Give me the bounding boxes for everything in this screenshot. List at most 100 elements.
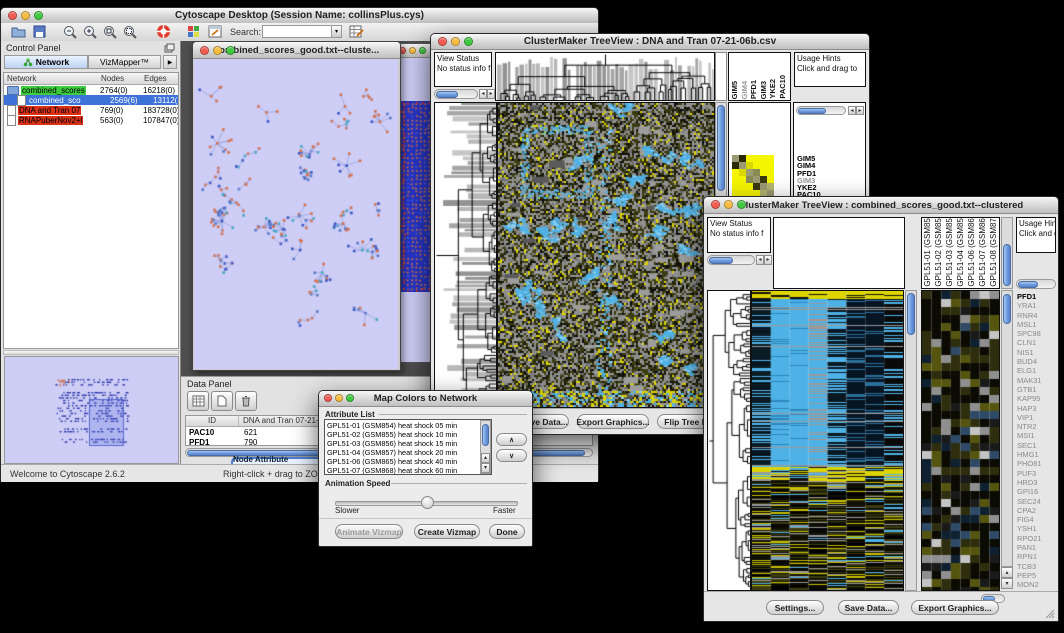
scroll-right-button[interactable]: ▸ — [764, 255, 772, 265]
gene-label[interactable]: FIG4 — [1017, 515, 1056, 524]
column-label[interactable]: GPL51-01 (GSM854) — [924, 217, 932, 287]
scroll-down-button[interactable]: ▾ — [1001, 578, 1013, 589]
attribute-list-item[interactable]: GPL51-03 (GSM856) heat shock 15 min — [327, 439, 478, 448]
gene-label[interactable]: PEP5 — [1017, 571, 1056, 580]
id-column-header[interactable]: ID — [186, 416, 239, 426]
dialog-titlebar[interactable]: Map Colors to Network — [319, 391, 532, 407]
new-attribute-button[interactable] — [211, 391, 233, 411]
export-graphics-button[interactable]: Export Graphics... — [911, 600, 999, 615]
float-panel-icon[interactable] — [164, 43, 175, 53]
attribute-listbox[interactable]: GPL51-01 (GSM854) heat shock 05 minGPL51… — [324, 419, 492, 475]
scroll-down-button[interactable]: ▾ — [481, 463, 490, 473]
minimize-button[interactable] — [335, 394, 343, 402]
gene-name-list[interactable]: PFD1YRA1RNR4MSL1SPC98CLN1NIS1BUD4ELG1MAK… — [1017, 292, 1056, 589]
attribute-list-item[interactable]: GPL51-07 (GSM868) heat shock 60 min — [327, 466, 478, 475]
scroll-left-button[interactable]: ◂ — [479, 89, 487, 99]
column-label[interactable]: GIM4 — [741, 81, 749, 99]
close-button[interactable] — [711, 200, 720, 209]
zoom-in-icon[interactable] — [83, 25, 97, 39]
attribute-list-item[interactable]: GPL51-06 (GSM865) heat shock 40 min — [327, 457, 478, 466]
treeview2-titlebar[interactable]: ClusterMaker TreeView : combined_scores_… — [704, 197, 1058, 214]
row-dendrogram[interactable] — [434, 102, 497, 408]
animate-vizmap-button[interactable]: Animate Vizmap — [335, 524, 403, 539]
attribute-list-item[interactable]: GPL51-04 (GSM857) heat shock 20 min — [327, 448, 478, 457]
edit-window-icon[interactable] — [208, 25, 222, 38]
gene-label[interactable]: HAP3 — [1017, 404, 1056, 413]
zoom-button[interactable] — [226, 46, 235, 55]
list-vscrollbar[interactable]: ▴ ▾ — [480, 420, 491, 474]
view-status-hscrollbar[interactable] — [707, 255, 755, 265]
scroll-up-button[interactable]: ▴ — [481, 453, 490, 463]
row-label[interactable]: GIM4 — [797, 162, 821, 169]
minimize-button[interactable] — [213, 46, 222, 55]
gene-label[interactable]: TCB3 — [1017, 562, 1056, 571]
usage-hscrollbar[interactable] — [1016, 279, 1056, 289]
gene-label[interactable]: SEC1 — [1017, 441, 1056, 450]
gene-label[interactable]: CPA2 — [1017, 506, 1056, 515]
gene-label[interactable]: SEC24 — [1017, 497, 1056, 506]
save-icon[interactable] — [33, 25, 46, 38]
network-graph-canvas[interactable] — [194, 59, 398, 369]
gene-label[interactable]: ELG1 — [1017, 366, 1056, 375]
column-label[interactable]: GPL51-03 (GSM856) — [946, 217, 954, 287]
network-table-row[interactable]: combined_scores2764(0)16218(0) — [4, 85, 178, 95]
column-dendrogram[interactable] — [495, 52, 715, 101]
gene-label[interactable]: BUD4 — [1017, 357, 1056, 366]
zoom-button[interactable] — [34, 11, 43, 20]
close-button[interactable] — [200, 46, 209, 55]
correlation-matrix[interactable] — [732, 155, 774, 197]
gene-label[interactable]: VIP1 — [1017, 413, 1056, 422]
gene-label[interactable]: YRA1 — [1017, 301, 1056, 310]
scroll-right-button[interactable]: ▸ — [856, 106, 864, 115]
scroll-right-button[interactable]: ▸ — [487, 89, 495, 99]
gene-label[interactable]: PHO81 — [1017, 459, 1056, 468]
column-label[interactable]: PAC10 — [779, 75, 787, 99]
column-label[interactable]: GPL51-06 (GSM865) — [968, 217, 976, 287]
column-label[interactable]: PFD1 — [750, 80, 758, 99]
gene-label[interactable]: MAK31 — [1017, 376, 1056, 385]
column-label[interactable]: GPL51-08 (GSM872) — [990, 217, 998, 287]
gene-label[interactable]: CLN1 — [1017, 338, 1056, 347]
gene-label[interactable]: RPO21 — [1017, 534, 1056, 543]
gene-label[interactable]: PAN1 — [1017, 543, 1056, 552]
export-graphics-button[interactable]: Export Graphics... — [577, 414, 649, 429]
treeview1-titlebar[interactable]: ClusterMaker TreeView : DNA and Tran 07-… — [431, 34, 869, 50]
animation-speed-slider[interactable] — [335, 496, 516, 510]
open-file-icon[interactable] — [11, 25, 26, 38]
tab-vizmapper[interactable]: VizMapper™ — [88, 55, 161, 69]
move-up-button[interactable]: ∧ — [496, 433, 527, 446]
birdseye-overview[interactable] — [4, 356, 179, 464]
tab-network[interactable]: Network — [4, 55, 88, 69]
main-titlebar[interactable]: Cytoscape Desktop (Session Name: collins… — [1, 8, 598, 24]
attribute-browser-icon[interactable] — [349, 25, 364, 38]
column-label[interactable]: GIM3 — [760, 81, 768, 99]
column-label[interactable]: GPL51-04 (GSM857) — [957, 217, 965, 287]
gene-label[interactable]: NIS1 — [1017, 348, 1056, 357]
node-attribute-browser-tab[interactable]: Node Attribute Brows... — [231, 457, 323, 464]
tab-overflow-button[interactable]: ▶ — [163, 55, 177, 69]
minimize-button[interactable] — [21, 11, 30, 20]
gene-label[interactable]: SPC98 — [1017, 329, 1056, 338]
vizmapper-palette-icon[interactable] — [187, 25, 200, 38]
zoom-fit-icon[interactable] — [123, 25, 137, 39]
genelist-vscrollbar[interactable] — [1001, 290, 1013, 567]
gene-label[interactable]: PUF3 — [1017, 469, 1056, 478]
select-attributes-button[interactable] — [187, 391, 209, 411]
gene-label[interactable]: GPI16 — [1017, 487, 1056, 496]
view-status-hscrollbar[interactable] — [434, 89, 478, 99]
zoom-button[interactable] — [464, 37, 473, 46]
resize-grip[interactable] — [1044, 608, 1055, 619]
row-label[interactable]: YKE2 — [797, 184, 821, 191]
minimize-button[interactable] — [724, 200, 733, 209]
network-table-row[interactable]: DNA and Tran 07769(0)183728(0) — [4, 105, 178, 115]
save-data-button[interactable]: Save Data... — [838, 600, 899, 615]
network-table-row[interactable]: RNAPuberNov2+l563(0)107847(0) — [4, 115, 178, 125]
gene-label[interactable]: MSL1 — [1017, 320, 1056, 329]
scroll-left-button[interactable]: ◂ — [756, 255, 764, 265]
create-vizmap-button[interactable]: Create Vizmap — [414, 524, 480, 539]
help-lifesaver-icon[interactable] — [156, 24, 171, 39]
minimize-button[interactable] — [409, 47, 416, 54]
scroll-up-button[interactable]: ▴ — [1001, 567, 1013, 578]
scroll-left-button[interactable]: ◂ — [848, 106, 856, 115]
network-view-titlebar[interactable]: combined_scores_good.txt--cluste... — [193, 42, 400, 59]
